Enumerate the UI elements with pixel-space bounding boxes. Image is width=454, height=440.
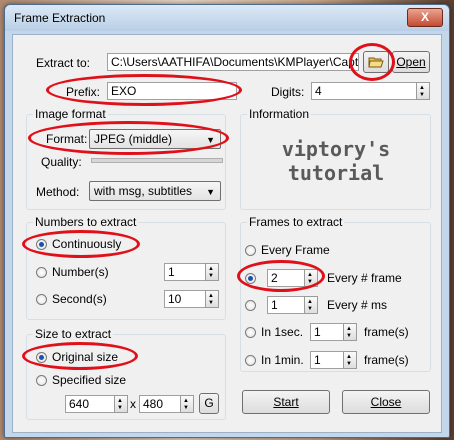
spin-up-icon[interactable]: ▲ <box>183 398 189 404</box>
in-1sec-field[interactable]: 1 <box>310 323 344 341</box>
in-1min-radio[interactable] <box>245 355 256 366</box>
spin-down-icon[interactable]: ▼ <box>208 273 214 279</box>
method-value: with msg, subtitles <box>94 184 193 198</box>
spin-up-icon[interactable]: ▲ <box>419 85 425 91</box>
numbers-to-extract-title: Numbers to extract <box>33 215 139 229</box>
spin-up-icon[interactable]: ▲ <box>346 326 352 332</box>
in-1min-unit: frame(s) <box>364 353 409 367</box>
width-spinner[interactable]: ▲ ▼ <box>114 395 128 413</box>
spin-up-icon[interactable]: ▲ <box>346 354 352 360</box>
spin-up-icon[interactable]: ▲ <box>208 266 214 272</box>
numbers-radio[interactable] <box>36 267 47 278</box>
prefix-field[interactable]: EXO <box>107 82 237 100</box>
seconds-radio[interactable] <box>36 294 47 305</box>
seconds-field[interactable]: 10 <box>164 290 206 308</box>
every-frame-label[interactable]: Every Frame <box>261 243 330 257</box>
seconds-spinner[interactable]: ▲ ▼ <box>205 290 219 308</box>
size-separator: x <box>130 397 136 411</box>
spin-down-icon[interactable]: ▼ <box>307 306 313 312</box>
spin-up-icon[interactable]: ▲ <box>208 293 214 299</box>
method-label: Method: <box>36 185 80 199</box>
every-n-ms-spinner[interactable]: ▲ ▼ <box>304 296 318 314</box>
in-1sec-label[interactable]: In 1sec. <box>261 325 303 339</box>
spin-down-icon[interactable]: ▼ <box>208 300 214 306</box>
spin-up-icon[interactable]: ▲ <box>307 299 313 305</box>
close-window-button[interactable]: X <box>407 8 443 27</box>
every-n-frame-field[interactable]: 2 <box>267 269 305 287</box>
title-bar[interactable]: Frame Extraction X <box>5 5 449 31</box>
size-to-extract-title: Size to extract <box>33 327 114 341</box>
extract-path-field[interactable]: C:\Users\AATHIFA\Documents\KMPlayer\Capt… <box>107 53 359 71</box>
width-field[interactable]: 640 <box>65 395 115 413</box>
watermark-line-1: viptory's <box>281 137 391 161</box>
frames-to-extract-title: Frames to extract <box>247 215 345 229</box>
browse-folder-button[interactable] <box>363 51 389 73</box>
height-spinner[interactable]: ▲ ▼ <box>180 395 194 413</box>
open-folder-button[interactable]: Open <box>392 51 430 73</box>
extract-to-label: Extract to: <box>36 56 91 70</box>
image-format-title: Image format <box>33 107 108 121</box>
digits-field[interactable]: 4 <box>311 82 417 100</box>
height-field[interactable]: 480 <box>139 395 181 413</box>
spin-up-icon[interactable]: ▲ <box>307 272 313 278</box>
in-1min-label[interactable]: In 1min. <box>261 353 304 367</box>
spin-down-icon[interactable]: ▼ <box>419 92 425 98</box>
watermark-line-2: tutorial <box>287 161 385 185</box>
specified-size-radio[interactable] <box>36 375 47 386</box>
continuously-radio[interactable] <box>36 239 47 250</box>
format-label: Format: <box>46 132 88 146</box>
close-button[interactable]: Close <box>342 390 430 414</box>
start-button[interactable]: Start <box>242 390 330 414</box>
spin-down-icon[interactable]: ▼ <box>346 361 352 367</box>
information-title: Information <box>247 107 312 121</box>
folder-open-icon <box>368 57 384 68</box>
g-button[interactable]: G <box>199 393 219 414</box>
numbers-field[interactable]: 1 <box>164 263 206 281</box>
prefix-label: Prefix: <box>66 85 101 99</box>
spin-up-icon[interactable]: ▲ <box>117 398 123 404</box>
every-n-ms-label: Every # ms <box>327 298 388 312</box>
chevron-down-icon: ▼ <box>206 135 215 145</box>
spin-down-icon[interactable]: ▼ <box>346 333 352 339</box>
specified-size-label[interactable]: Specified size <box>52 373 126 387</box>
seconds-label[interactable]: Second(s) <box>52 292 107 306</box>
window-title: Frame Extraction <box>14 11 106 25</box>
every-n-frame-spinner[interactable]: ▲ ▼ <box>304 269 318 287</box>
every-n-ms-radio[interactable] <box>245 300 256 311</box>
original-size-radio[interactable] <box>36 352 47 363</box>
spin-down-icon[interactable]: ▼ <box>117 405 123 411</box>
in-1sec-unit: frame(s) <box>364 325 409 339</box>
original-size-label[interactable]: Original size <box>52 350 118 364</box>
spin-down-icon[interactable]: ▼ <box>307 279 313 285</box>
every-n-frame-radio[interactable] <box>245 273 256 284</box>
quality-slider[interactable] <box>91 158 223 163</box>
format-value: JPEG (middle) <box>94 132 173 146</box>
spin-down-icon[interactable]: ▼ <box>183 405 189 411</box>
in-1min-spinner[interactable]: ▲ ▼ <box>343 351 357 369</box>
numbers-spinner[interactable]: ▲ ▼ <box>205 263 219 281</box>
digits-spinner[interactable]: ▲ ▼ <box>416 82 430 100</box>
in-1min-field[interactable]: 1 <box>310 351 344 369</box>
in-1sec-radio[interactable] <box>245 327 256 338</box>
quality-label: Quality: <box>41 155 82 169</box>
numbers-label[interactable]: Number(s) <box>52 265 109 279</box>
continuously-label[interactable]: Continuously <box>52 237 121 251</box>
every-n-ms-field[interactable]: 1 <box>267 296 305 314</box>
in-1sec-spinner[interactable]: ▲ ▼ <box>343 323 357 341</box>
dialog-client-area: Extract to: C:\Users\AATHIFA\Documents\K… <box>12 34 442 433</box>
format-select[interactable]: JPEG (middle) ▼ <box>89 129 221 149</box>
every-frame-radio[interactable] <box>245 245 256 256</box>
every-n-frame-label: Every # frame <box>327 271 402 285</box>
method-select[interactable]: with msg, subtitles ▼ <box>89 181 221 201</box>
watermark-text: viptory's tutorial <box>250 137 422 185</box>
frame-extraction-dialog: Frame Extraction X Extract to: C:\Users\… <box>4 4 450 438</box>
digits-label: Digits: <box>271 85 305 99</box>
chevron-down-icon: ▼ <box>206 187 215 197</box>
